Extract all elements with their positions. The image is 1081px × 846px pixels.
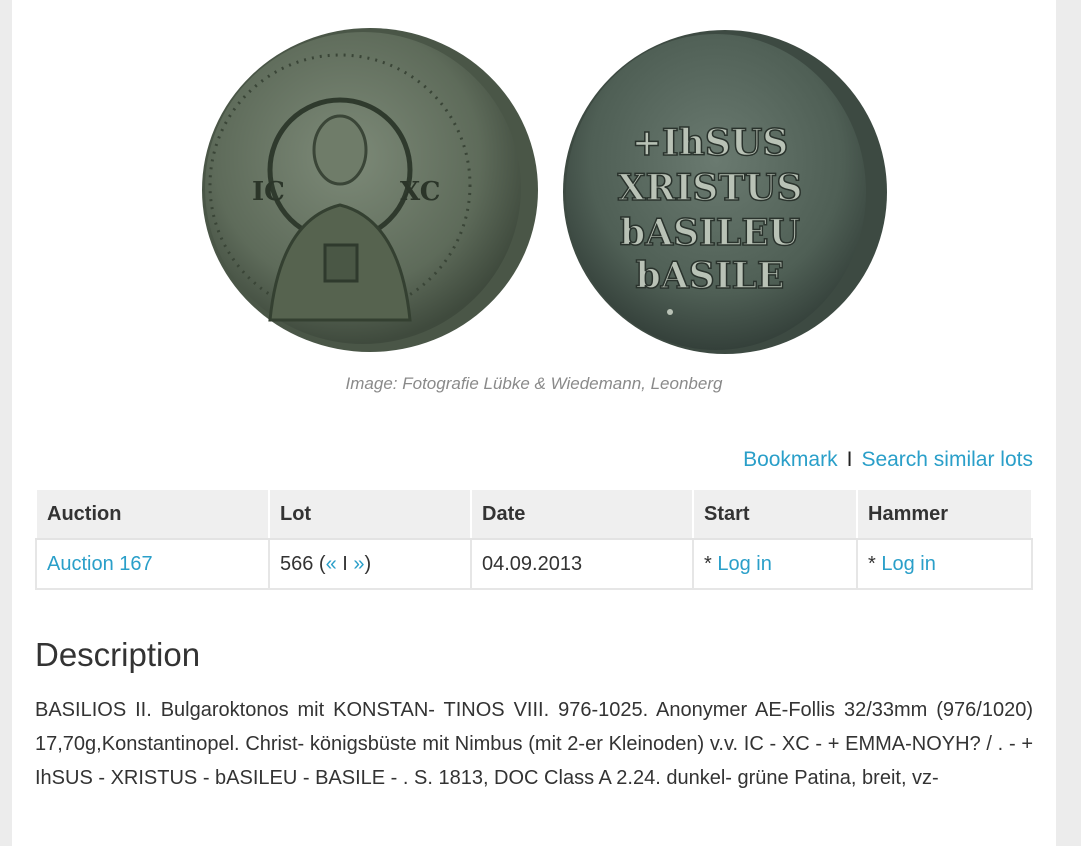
cell-auction: Auction 167: [35, 538, 270, 590]
lot-actions: Bookmark I Search similar lots: [743, 448, 1033, 472]
cell-start: * Log in: [692, 538, 858, 590]
lot-nav-separator: I: [336, 552, 354, 575]
auction-table: Auction Lot Date Start Hammer Auction 16…: [35, 488, 1033, 590]
bookmark-link[interactable]: Bookmark: [743, 448, 838, 471]
header-date: Date: [470, 488, 694, 540]
reverse-line-3: bASILEU: [620, 212, 800, 254]
start-asterisk: *: [704, 552, 718, 575]
previous-lot-link[interactable]: «: [326, 553, 337, 575]
table-row: Auction 167 566 (« I ») 04.09.2013 * Log…: [35, 538, 1033, 590]
search-similar-lots-link[interactable]: Search similar lots: [861, 448, 1033, 471]
cell-date: 04.09.2013: [470, 538, 694, 590]
hammer-asterisk: *: [868, 552, 882, 575]
header-hammer: Hammer: [856, 488, 1033, 540]
cell-hammer: * Log in: [856, 538, 1033, 590]
reverse-line-1: +IhSUS: [632, 122, 789, 164]
header-lot: Lot: [268, 488, 472, 540]
header-start: Start: [692, 488, 858, 540]
lot-page: IC XC +IhSUS XRISTUS bASILEU bASILE Imag…: [12, 0, 1056, 846]
start-login-link[interactable]: Log in: [717, 553, 772, 575]
coin-photo: IC XC +IhSUS XRISTUS bASILEU bASILE: [202, 28, 887, 354]
obverse-legend-left: IC: [252, 177, 285, 207]
lot-paren-open: (: [313, 552, 326, 575]
description-heading: Description: [35, 636, 201, 673]
description-text: BASILIOS II. Bulgaroktonos mit KONSTAN- …: [35, 699, 1033, 789]
obverse-coin: IC XC: [202, 28, 538, 352]
actions-separator: I: [846, 448, 853, 471]
table-header-row: Auction Lot Date Start Hammer: [35, 488, 1033, 540]
header-auction: Auction: [35, 488, 270, 540]
cell-lot: 566 (« I »): [268, 538, 472, 590]
auction-link[interactable]: Auction 167: [47, 553, 153, 575]
next-lot-link[interactable]: »: [353, 553, 364, 575]
image-caption: Image: Fotografie Lübke & Wiedemann, Leo…: [345, 374, 723, 393]
obverse-legend-right: XC: [400, 177, 440, 207]
reverse-line-4: bASILE: [636, 255, 785, 297]
lot-paren-close: ): [364, 552, 372, 575]
hammer-login-link[interactable]: Log in: [881, 553, 936, 575]
coin-image[interactable]: IC XC +IhSUS XRISTUS bASILEU bASILE: [200, 20, 900, 365]
reverse-coin: +IhSUS XRISTUS bASILEU bASILE: [563, 30, 887, 354]
reverse-line-2: XRISTUS: [618, 167, 803, 209]
lot-number: 566: [280, 552, 314, 575]
